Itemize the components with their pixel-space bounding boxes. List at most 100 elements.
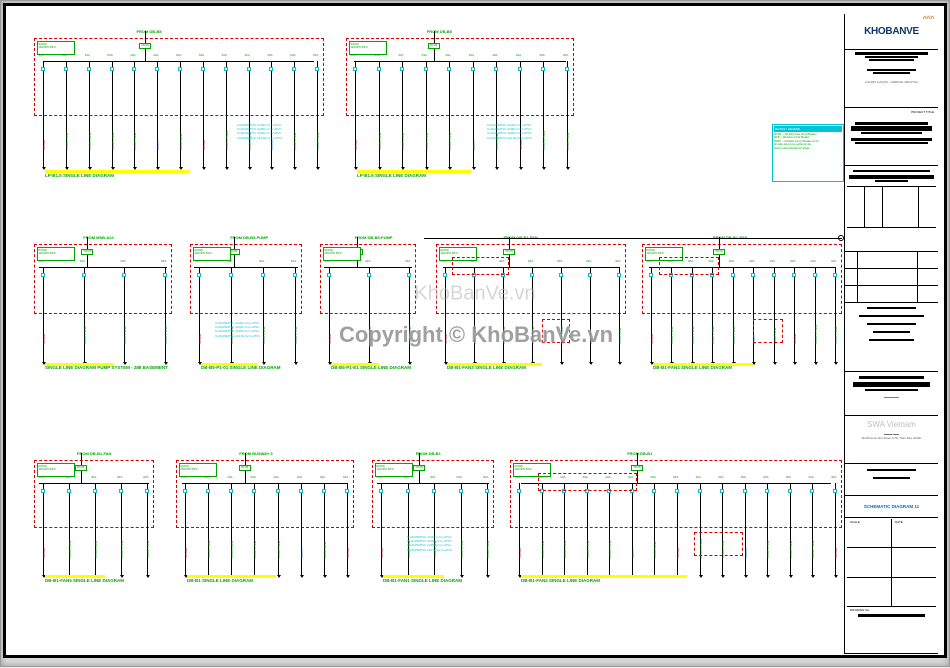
feeder-label: LOAD 3.7kW [111,132,115,150]
drawing-no-label: DRAWING No. [850,608,870,612]
feeder-label: SPARE [354,140,358,150]
panel-db-b5-p1-e1: FROM DB-B5-PUMPMCCBRATED400/230V 50Hz20A… [320,244,416,314]
feeder-label: FAN-11 [270,140,274,150]
feeder-label: LOAD 1.5kW [473,327,477,345]
feeder-label: LOAD 5.5kW [277,540,281,558]
drawing-area: NOTES / LEGEND MCCB — Moulded Case Circu… [26,20,844,650]
drawing-sheet: NOTES / LEGEND MCCB — Moulded Case Circu… [3,3,947,658]
feeder-label: LOAD 11kW [323,541,327,557]
panel-lp-b1-5: FROM DB-B5MCCBRATED400/230V 50Hz20ASPARE… [34,38,324,116]
feeder-label: SPARE [518,548,522,558]
legend-box: NOTES / LEGEND MCCB — Moulded Case Circu… [772,124,844,182]
feeder-label: SPARE [793,334,797,344]
feeder-label: FAN-11 [744,548,748,558]
feeder-label: LOAD 5.5kW [732,327,736,345]
feeder-label: LOAD 11kW [618,328,622,344]
feeder-label: SPARE [676,548,680,558]
feeder-label: LOAD 1.5kW [65,132,69,150]
feeder-label: LOAD 2.2kW [401,132,405,150]
feeder-label: LOAD 3.7kW [711,327,715,345]
feeder-label: LOAD 3.7kW [120,540,124,558]
source-label: FROM DB-B5-PUMP [230,235,268,240]
source-label: FROM DB-B5 [427,29,452,34]
feeder-label: FAN-6 [631,549,635,558]
feeder-label: LOAD 2.2kW [94,540,98,558]
source-label: FROM DB-B1-FAN [77,451,111,456]
feeder-label: SPARE [650,334,654,344]
feeder-label: LOAD 1.5kW [368,327,372,345]
feeder-label: FAN-6 [589,336,593,345]
feeder-label: FAN-6 [156,141,160,150]
panel-pump-288: FROM MSB-A23MCCBRATED400/230V 50Hz20ASPA… [34,244,172,314]
source-label: FROM DB-B1 [627,451,652,456]
source-label: FROM DB-B5 [137,29,162,34]
panel-db-b1-fan5: FROM DB-B1-FANMCCBRATED400/230V 50Hz20AS… [34,460,154,528]
panel-db-b1-fan3: FROM DB-B1-FANMCCBRATED400/230V 50Hz20AS… [436,244,626,314]
logo-roof-accent: ^^^ [923,16,934,23]
panel-lp-b1-6: FROM DB-B5MCCBRATED400/230V 50Hz20ASPARE… [346,38,574,116]
feeder-label: LOAD 11kW [179,133,183,149]
panel-db-b1-fan4: FROM DB-B1-FANMCCBRATED400/230V 50Hz20AS… [642,244,842,314]
feeder-label: LOAD 0.75kW [225,131,229,150]
feeder-label: LOAD 1.5kW [834,327,838,345]
swa-address: 28-28 Nome Son Street, D.W., Nam Dist, H… [847,436,936,440]
feeder-label: LOAD 1.5kW [207,540,211,558]
feeder-label: SPARE [42,334,46,344]
signer-text: LUUQTA LUUQTA - CHENOAL ARCHTCA [847,80,936,84]
feeder-label: LOAD 3.7kW [586,540,590,558]
panel-db-b1: FROM BUSWAY 5MCCBRATED400/230V 50Hz20ASP… [176,460,354,528]
feeder-label: LOAD 3.7kW [425,132,429,150]
sheet-title: SCHEMATIC DIAGRAM 11 [862,502,921,511]
feeder-label: SPARE [444,334,448,344]
feeder-label: SPARE [42,548,46,558]
feeder-label: LOAD 1.5kW [83,327,87,345]
feeder-label: LOAD 5.5kW [608,540,612,558]
cable-notes: Cu/XLPE/PVC 4x16mm² in uPVCCu/XLPE/PVC 4… [237,123,327,140]
feeder-label: SPARE [328,334,332,344]
feeder-label: SPARE [42,140,46,150]
feeder-label: SPARE [198,334,202,344]
panel-db-b1-fan2: FROM DB-B1MCCBRATED400/230V 50Hz20ASPARE… [510,460,842,528]
feeder-label: LOAD 2.2kW [563,540,567,558]
feeder-label: LOAD 5.5kW [146,540,150,558]
feeder-label: LOAD 3.7kW [766,540,770,558]
panel-db-b1-fan1: FROM DB-B1MCCBRATED400/230V 50Hz20ASPARE… [372,460,494,528]
feeder-label: LOAD 0.75kW [814,325,818,344]
feeder-label: SPARE [519,140,523,150]
feeder-label: LOAD 2.2kW [691,327,695,345]
feeder-label: LOAD 2.2kW [502,327,506,345]
feeder-label: SPARE [202,140,206,150]
feeder-label: SPARE [834,548,838,558]
feeder-label: FAN-6 [472,141,476,150]
swa-logo-text: SWA Vietnam [847,417,936,432]
source-label: FROM DB-B5-PUMP [355,235,393,240]
panel-db-b5-p1-01: FROM DB-B5-PUMPMCCBRATED400/230V 50Hz20A… [190,244,302,314]
feeder-label: LOAD 1.5kW [541,540,545,558]
feeder-label: FAN-6 [300,549,304,558]
feeder-label: LOAD 2.2kW [408,327,412,345]
cad-viewer[interactable]: NOTES / LEGEND MCCB — Moulded Case Circu… [0,0,950,667]
feeder-label: LOAD 3.7kW [253,540,257,558]
logo: KHOBANVE ^^^ [845,14,938,50]
feeder-label: LOAD 3.7kW [531,327,535,345]
title-block: KHOBANVE ^^^ LUUQTA LUUQTA - CHENOAL ARC… [844,14,938,654]
feeder-label: LOAD 7.5kW [811,540,815,558]
legend-header: NOTES / LEGEND [774,126,842,132]
feeder-label: SPARE [346,548,350,558]
project-title-label: PROJECT TITLE [849,110,934,114]
feeder-label: SPARE [380,548,384,558]
feeder-label: LOAD 5.5kW [789,540,793,558]
feeder-label: LOAD 1.5kW [378,132,382,150]
feeder-label: LOAD 1.5kW [670,327,674,345]
cable-notes: Cu/XLPE/PVC 4x16mm² in uPVCCu/XLPE/PVC 4… [407,535,497,552]
feeder-label: LOAD 1.5kW [68,540,72,558]
feeder-label: LOAD 2.2kW [123,327,127,345]
feeder-label: LOAD 3.7kW [164,327,168,345]
feeder-label: LOAD 2.2kW [230,540,234,558]
feeder-label: LOAD 2.2kW [88,132,92,150]
cable-notes: Cu/XLPE/PVC 4x16mm² in uPVCCu/XLPE/PVC 4… [215,321,305,338]
logo-text: KHOBANVE [864,26,919,37]
feeder-label: LOAD 11kW [653,541,657,557]
feeder-label: LOAD 5.5kW [133,132,137,150]
feeder-label: SPARE [184,548,188,558]
